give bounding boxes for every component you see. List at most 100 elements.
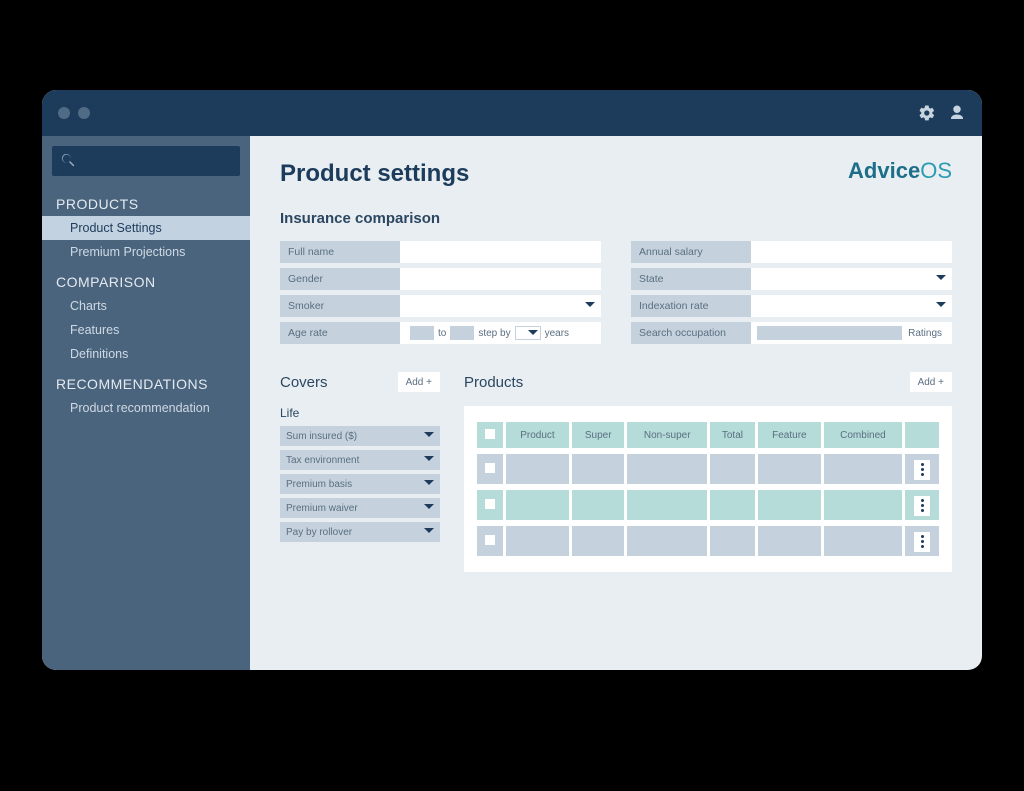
row-actions-button[interactable] [914, 532, 930, 552]
chevron-down-icon [936, 300, 946, 313]
cell-non-super [627, 490, 707, 520]
age-step-select[interactable] [515, 326, 541, 340]
table-row [477, 526, 939, 556]
cover-label: Premium waiver [286, 503, 358, 514]
checkbox[interactable] [485, 463, 495, 473]
cell-total [710, 454, 755, 484]
table-header-product: Product [506, 422, 569, 448]
sidebar-item-product-settings[interactable]: Product Settings [42, 216, 250, 240]
settings-button[interactable] [918, 104, 936, 122]
section-title: Insurance comparison [280, 210, 952, 227]
field-label: State [631, 268, 751, 290]
gear-icon [918, 104, 936, 122]
cell-feature [758, 490, 821, 520]
cover-tax-environment[interactable]: Tax environment [280, 450, 440, 470]
cell-super [572, 490, 624, 520]
covers-add-button[interactable]: Add + [398, 372, 440, 392]
table-row [477, 490, 939, 520]
gender-input[interactable] [400, 268, 601, 290]
cover-pay-by-rollover[interactable]: Pay by rollover [280, 522, 440, 542]
field-label: Annual salary [631, 241, 751, 263]
ratings-label: Ratings [908, 328, 946, 339]
table-header-checkbox [477, 422, 503, 448]
products-add-button[interactable]: Add + [910, 372, 952, 392]
sidebar-item-product-recommendation[interactable]: Product recommendation [42, 396, 250, 420]
sidebar-item-charts[interactable]: Charts [42, 294, 250, 318]
products-title: Products [464, 374, 523, 391]
covers-title: Covers [280, 374, 328, 391]
cover-label: Tax environment [286, 455, 359, 466]
field-label: Gender [280, 268, 400, 290]
indexation-select[interactable] [751, 295, 952, 317]
products-panel: Products Add + Product Super Non-super [464, 372, 952, 572]
row-actions-button[interactable] [914, 496, 930, 516]
app-window: PRODUCTS Product Settings Premium Projec… [42, 90, 982, 670]
cover-premium-basis[interactable]: Premium basis [280, 474, 440, 494]
cell-product [506, 526, 569, 556]
row-actions-button[interactable] [914, 460, 930, 480]
form-col-left: Full name Gender Smoker Age rat [280, 241, 601, 344]
age-to-input[interactable] [450, 326, 474, 340]
cover-label: Premium basis [286, 479, 352, 490]
occupation-text-input[interactable] [757, 326, 902, 340]
profile-button[interactable] [948, 104, 966, 122]
sidebar-item-features[interactable]: Features [42, 318, 250, 342]
lower-panels: Covers Add + Life Sum insured ($) Tax en… [280, 372, 952, 572]
chevron-down-icon [424, 430, 434, 443]
chevron-down-icon [424, 502, 434, 515]
cell-feature [758, 454, 821, 484]
state-select[interactable] [751, 268, 952, 290]
search-container [42, 146, 250, 186]
covers-subtitle: Life [280, 406, 440, 420]
table-header-feature: Feature [758, 422, 821, 448]
age-years-label: years [545, 328, 569, 339]
annual-salary-input[interactable] [751, 241, 952, 263]
cover-premium-waiver[interactable]: Premium waiver [280, 498, 440, 518]
sidebar-item-premium-projections[interactable]: Premium Projections [42, 240, 250, 264]
table-row [477, 454, 939, 484]
occupation-input[interactable]: Ratings [751, 322, 952, 344]
chevron-down-icon [936, 273, 946, 286]
field-state: State [631, 268, 952, 290]
age-rate-input[interactable]: to step by years [400, 322, 601, 344]
covers-list: Sum insured ($) Tax environment Premium … [280, 426, 440, 542]
search-input[interactable] [52, 146, 240, 176]
checkbox[interactable] [485, 535, 495, 545]
table-header-total: Total [710, 422, 755, 448]
cell-super [572, 526, 624, 556]
cover-label: Pay by rollover [286, 527, 352, 538]
table-header-non-super: Non-super [627, 422, 707, 448]
field-label: Indexation rate [631, 295, 751, 317]
field-smoker: Smoker [280, 295, 601, 317]
nav-heading-recommendations: RECOMMENDATIONS [42, 366, 250, 396]
checkbox[interactable] [485, 499, 495, 509]
chevron-down-icon [528, 328, 538, 341]
field-label: Age rate [280, 322, 400, 344]
window-controls [58, 107, 90, 119]
cell-feature [758, 526, 821, 556]
age-from-input[interactable] [410, 326, 434, 340]
full-name-input[interactable] [400, 241, 601, 263]
table-header-combined: Combined [824, 422, 902, 448]
field-search-occupation: Search occupation Ratings [631, 322, 952, 344]
traffic-dot[interactable] [58, 107, 70, 119]
chevron-down-icon [585, 300, 595, 313]
field-full-name: Full name [280, 241, 601, 263]
checkbox[interactable] [485, 429, 495, 439]
sidebar: PRODUCTS Product Settings Premium Projec… [42, 136, 250, 670]
cover-sum-insured[interactable]: Sum insured ($) [280, 426, 440, 446]
products-table: Product Super Non-super Total Feature Co… [474, 416, 942, 562]
smoker-select[interactable] [400, 295, 601, 317]
traffic-dot[interactable] [78, 107, 90, 119]
cell-total [710, 526, 755, 556]
table-header-actions [905, 422, 939, 448]
chevron-down-icon [424, 478, 434, 491]
brand-logo: AdviceOS [848, 158, 952, 184]
cell-total [710, 490, 755, 520]
cell-combined [824, 526, 902, 556]
cell-non-super [627, 526, 707, 556]
cover-label: Sum insured ($) [286, 431, 357, 442]
form-col-right: Annual salary State Indexation rate [631, 241, 952, 344]
sidebar-item-definitions[interactable]: Definitions [42, 342, 250, 366]
field-annual-salary: Annual salary [631, 241, 952, 263]
